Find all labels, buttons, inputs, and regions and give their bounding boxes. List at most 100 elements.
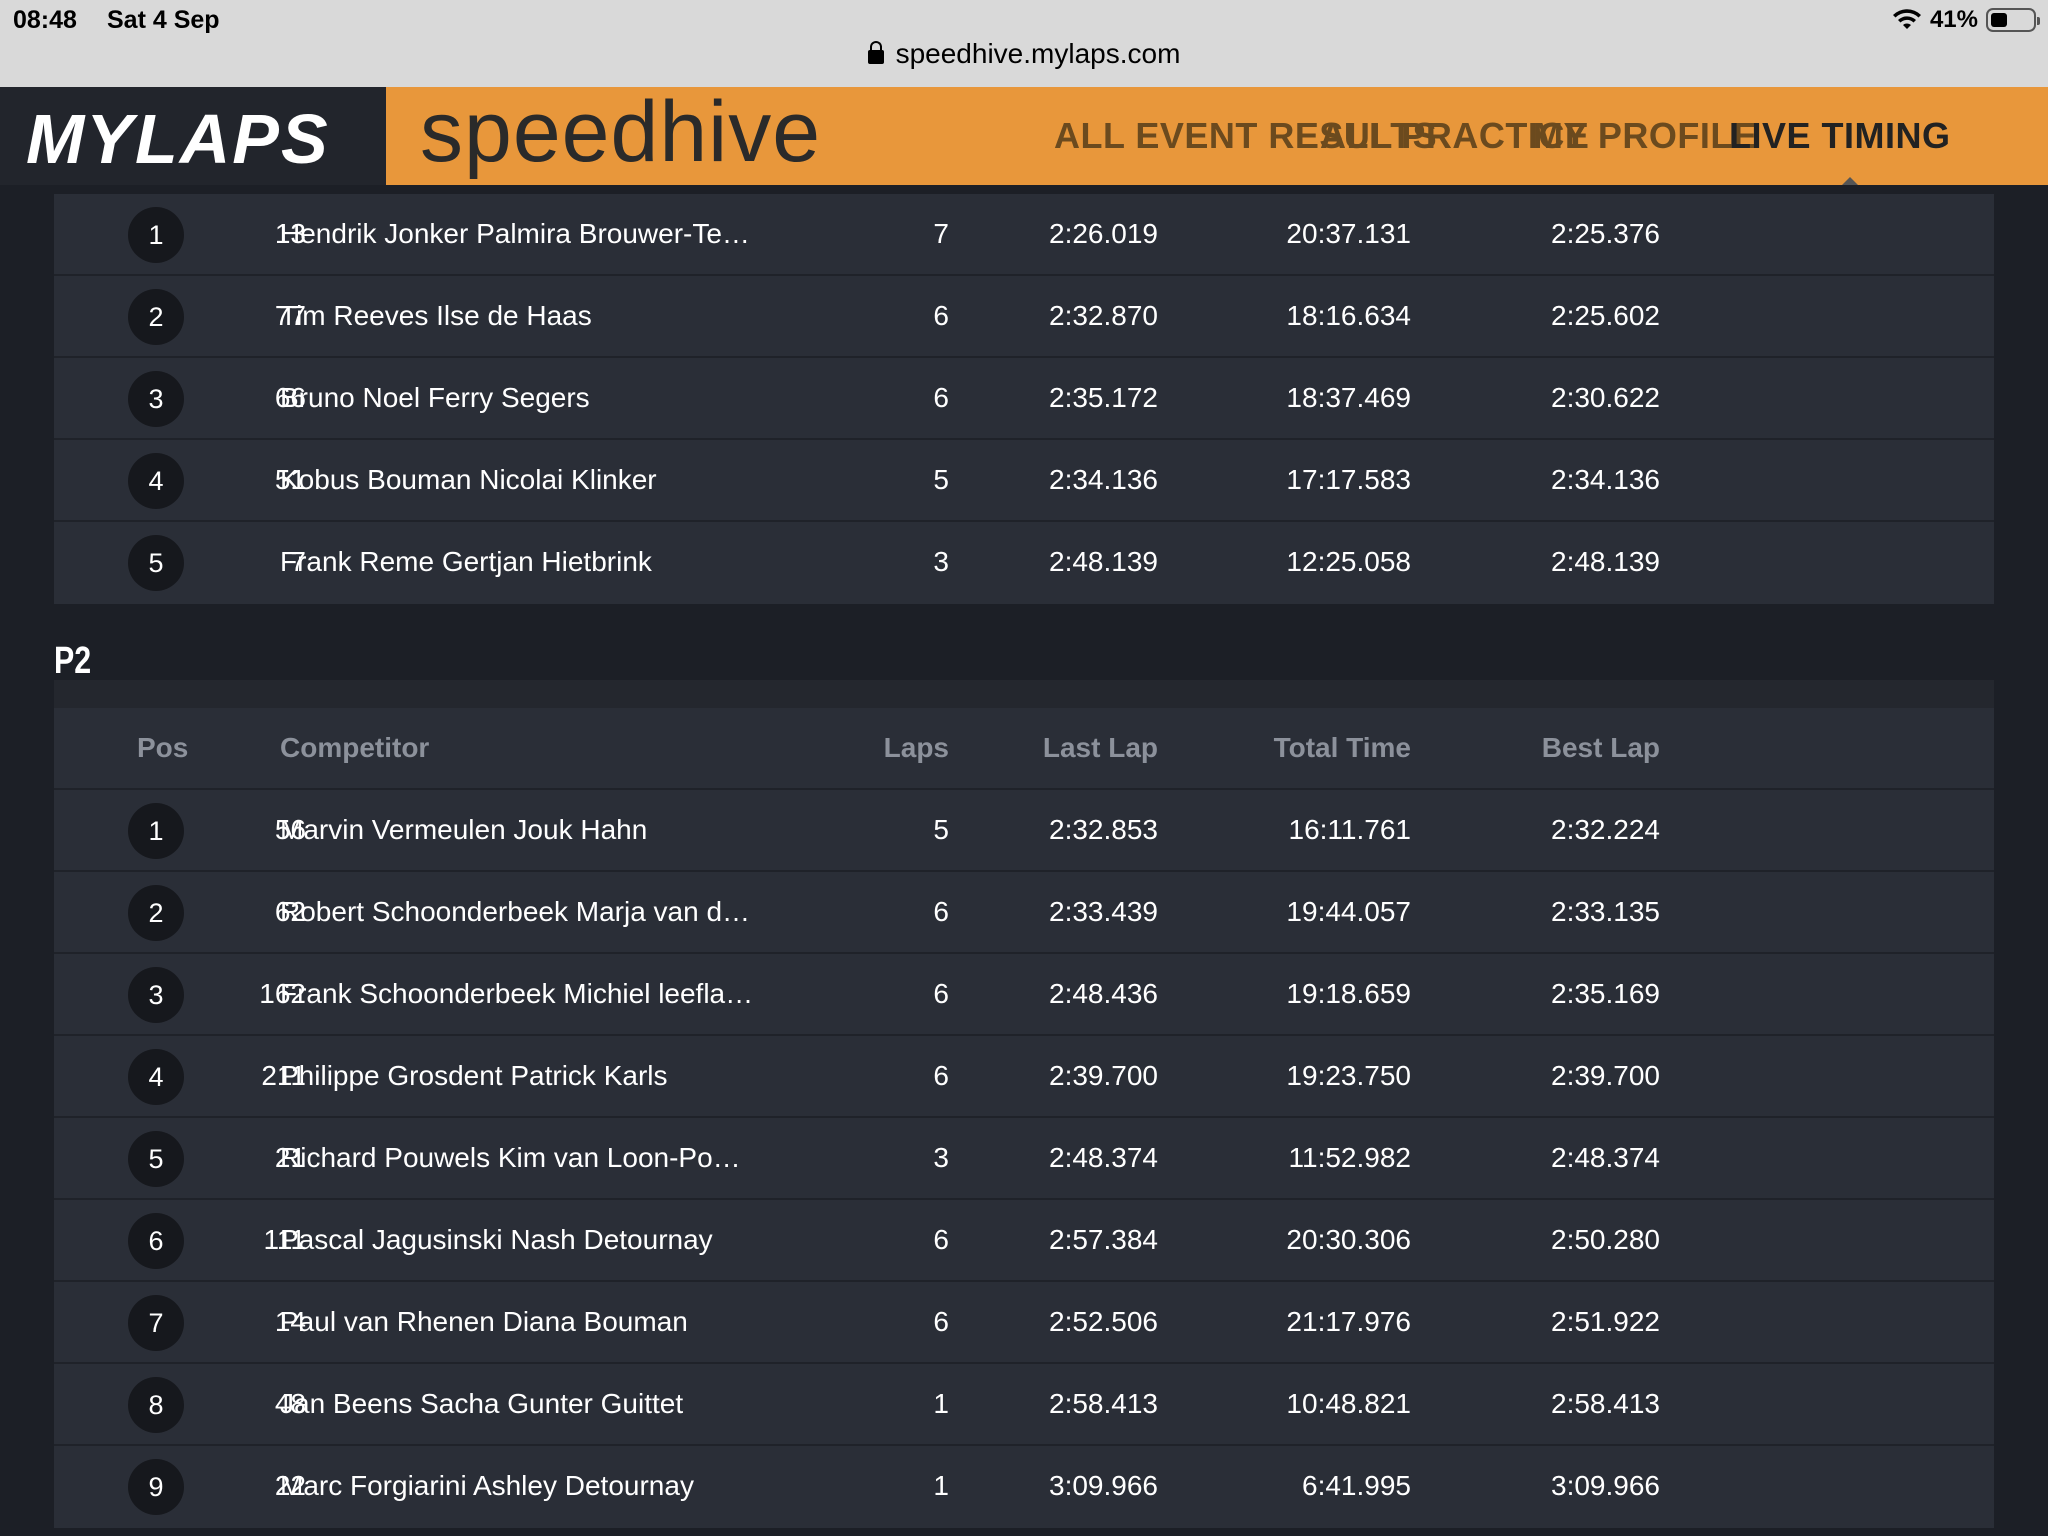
last-lap-value: 2:34.136 xyxy=(1049,464,1158,495)
competitor-name[interactable]: Jan Beens Sacha Gunter Guittet xyxy=(280,1364,820,1444)
last-lap-value: 3:09.966 xyxy=(1049,1470,1158,1501)
position-badge: 2 xyxy=(128,289,184,345)
table-row[interactable]: 3 162 Frank Schoonderbeek Michiel leefla… 6… xyxy=(54,954,1994,1036)
table-header-row: Pos Competitor Laps Last Lap Total Time … xyxy=(54,708,1994,790)
total-time-value: 20:37.131 xyxy=(1286,218,1411,249)
competitor-name[interactable]: Marvin Vermeulen Jouk Hahn xyxy=(280,790,820,870)
status-date: Sat 4 Sep xyxy=(107,6,220,34)
last-lap-value: 2:48.374 xyxy=(1049,1142,1158,1173)
total-time-value: 18:37.469 xyxy=(1286,382,1411,413)
last-lap-value: 2:35.172 xyxy=(1049,382,1158,413)
position-badge: 5 xyxy=(128,535,184,591)
mylaps-logo[interactable]: MYLAPS xyxy=(0,87,386,185)
header-competitor[interactable]: Competitor xyxy=(280,708,820,788)
battery-icon xyxy=(1986,8,2040,32)
competitor-name[interactable]: Paul van Rhenen Diana Bouman xyxy=(280,1282,820,1362)
position-badge: 1 xyxy=(128,803,184,859)
browser-chrome: 08:48 Sat 4 Sep 41% speedhive.mylaps.com xyxy=(0,0,2048,87)
competitor-name[interactable]: Richard Pouwels Kim van Loon-Po… xyxy=(280,1118,820,1198)
best-lap-value: 2:30.622 xyxy=(1551,382,1660,413)
best-lap-value: 2:48.374 xyxy=(1551,1142,1660,1173)
competitor-name[interactable]: Kobus Bouman Nicolai Klinker xyxy=(280,440,820,520)
competitor-name[interactable]: Hendrik Jonker Palmira Brouwer-Te… xyxy=(280,194,820,274)
status-indicators: 41% xyxy=(1892,5,2040,35)
total-time-value: 6:41.995 xyxy=(1302,1470,1411,1501)
laps-value: 6 xyxy=(933,382,949,413)
url-text: speedhive.mylaps.com xyxy=(895,38,1181,69)
laps-value: 6 xyxy=(933,978,949,1009)
last-lap-value: 2:58.413 xyxy=(1049,1388,1158,1419)
header-last-lap[interactable]: Last Lap xyxy=(1043,708,1158,788)
laps-value: 3 xyxy=(933,1142,949,1173)
table-row[interactable]: 9 22 Marc Forgiarini Ashley Detournay 1 3:09… xyxy=(54,1446,1994,1528)
header-best-lap[interactable]: Best Lap xyxy=(1542,708,1660,788)
section-divider xyxy=(54,680,1994,708)
competitor-name[interactable]: Philippe Grosdent Patrick Karls xyxy=(280,1036,820,1116)
speedhive-brand[interactable]: speedhive xyxy=(420,83,821,182)
total-time-value: 19:18.659 xyxy=(1286,978,1411,1009)
table-row[interactable]: 4 211 Philippe Grosdent Patrick Karls 6 2:39… xyxy=(54,1036,1994,1118)
position-badge: 3 xyxy=(128,967,184,1023)
position-badge: 3 xyxy=(128,371,184,427)
position-badge: 4 xyxy=(128,453,184,509)
total-time-value: 20:30.306 xyxy=(1286,1224,1411,1255)
header-total-time[interactable]: Total Time xyxy=(1274,708,1411,788)
best-lap-value: 2:39.700 xyxy=(1551,1060,1660,1091)
best-lap-value: 2:33.135 xyxy=(1551,896,1660,927)
header-laps[interactable]: Laps xyxy=(884,708,949,788)
table-row[interactable]: 1 56 Marvin Vermeulen Jouk Hahn 5 2:32.853 16… xyxy=(54,790,1994,872)
position-badge: 7 xyxy=(128,1295,184,1351)
total-time-value: 10:48.821 xyxy=(1286,1388,1411,1419)
total-time-value: 21:17.976 xyxy=(1286,1306,1411,1337)
table-row[interactable]: 5 7 Frank Reme Gertjan Hietbrink 3 2:48.139 1… xyxy=(54,522,1994,604)
main-nav: ALL EVENT RESULTS ALL PRACTICE MY PROFIL… xyxy=(1054,115,1950,157)
competitor-name[interactable]: Frank Reme Gertjan Hietbrink xyxy=(280,522,820,602)
best-lap-value: 2:35.169 xyxy=(1551,978,1660,1009)
best-lap-value: 2:32.224 xyxy=(1551,814,1660,845)
header-pos[interactable]: Pos xyxy=(137,708,188,788)
last-lap-value: 2:52.506 xyxy=(1049,1306,1158,1337)
best-lap-value: 2:25.376 xyxy=(1551,218,1660,249)
position-badge: 1 xyxy=(128,207,184,263)
table-row[interactable]: 6 111 Pascal Jagusinski Nash Detournay 6 2:5… xyxy=(54,1200,1994,1282)
table-row[interactable]: 7 14 Paul van Rhenen Diana Bouman 6 2:52.506… xyxy=(54,1282,1994,1364)
position-badge: 8 xyxy=(128,1377,184,1433)
laps-value: 1 xyxy=(933,1388,949,1419)
competitor-name[interactable]: Bruno Noel Ferry Segers xyxy=(280,358,820,438)
table-row[interactable]: 2 62 Robert Schoonderbeek Marja van d… 6 2:3… xyxy=(54,872,1994,954)
last-lap-value: 2:39.700 xyxy=(1049,1060,1158,1091)
laps-value: 6 xyxy=(933,896,949,927)
laps-value: 6 xyxy=(933,1306,949,1337)
nav-my-profile[interactable]: MY PROFILE xyxy=(1533,115,1757,156)
competitor-name[interactable]: Tim Reeves Ilse de Haas xyxy=(280,276,820,356)
total-time-value: 19:23.750 xyxy=(1286,1060,1411,1091)
best-lap-value: 2:34.136 xyxy=(1551,464,1660,495)
table-row[interactable]: 4 51 Kobus Bouman Nicolai Klinker 5 2:34.136… xyxy=(54,440,1994,522)
position-badge: 5 xyxy=(128,1131,184,1187)
nav-live-timing[interactable]: LIVE TIMING xyxy=(1729,115,1951,156)
table-row[interactable]: 5 21 Richard Pouwels Kim van Loon-Po… 3 2:48… xyxy=(54,1118,1994,1200)
laps-value: 6 xyxy=(933,300,949,331)
battery-percent: 41% xyxy=(1929,6,1978,33)
competitor-name[interactable]: Frank Schoonderbeek Michiel leefla… xyxy=(280,954,820,1034)
laps-value: 6 xyxy=(933,1060,949,1091)
best-lap-value: 2:58.413 xyxy=(1551,1388,1660,1419)
competitor-name[interactable]: Marc Forgiarini Ashley Detournay xyxy=(280,1446,820,1526)
best-lap-value: 2:50.280 xyxy=(1551,1224,1660,1255)
active-nav-caret-icon xyxy=(1842,177,1858,185)
last-lap-value: 2:48.436 xyxy=(1049,978,1158,1009)
competitor-name[interactable]: Robert Schoonderbeek Marja van d… xyxy=(280,872,820,952)
total-time-value: 12:25.058 xyxy=(1286,546,1411,577)
table-row[interactable]: 3 66 Bruno Noel Ferry Segers 6 2:35.172 18:37… xyxy=(54,358,1994,440)
address-bar[interactable]: speedhive.mylaps.com xyxy=(0,38,2048,70)
laps-value: 3 xyxy=(933,546,949,577)
table-row[interactable]: 8 48 Jan Beens Sacha Gunter Guittet 1 2:58.4… xyxy=(54,1364,1994,1446)
best-lap-value: 2:51.922 xyxy=(1551,1306,1660,1337)
table-row[interactable]: 1 13 Hendrik Jonker Palmira Brouwer-Te… 7 2:… xyxy=(54,194,1994,276)
logo-text: MYLAPS xyxy=(26,100,330,178)
results-table-p2: Pos Competitor Laps Last Lap Total Time … xyxy=(54,708,1994,1528)
competitor-name[interactable]: Pascal Jagusinski Nash Detournay xyxy=(280,1200,820,1280)
laps-value: 7 xyxy=(933,218,949,249)
best-lap-value: 3:09.966 xyxy=(1551,1470,1660,1501)
table-row[interactable]: 2 77 Tim Reeves Ilse de Haas 6 2:32.870 18:16… xyxy=(54,276,1994,358)
